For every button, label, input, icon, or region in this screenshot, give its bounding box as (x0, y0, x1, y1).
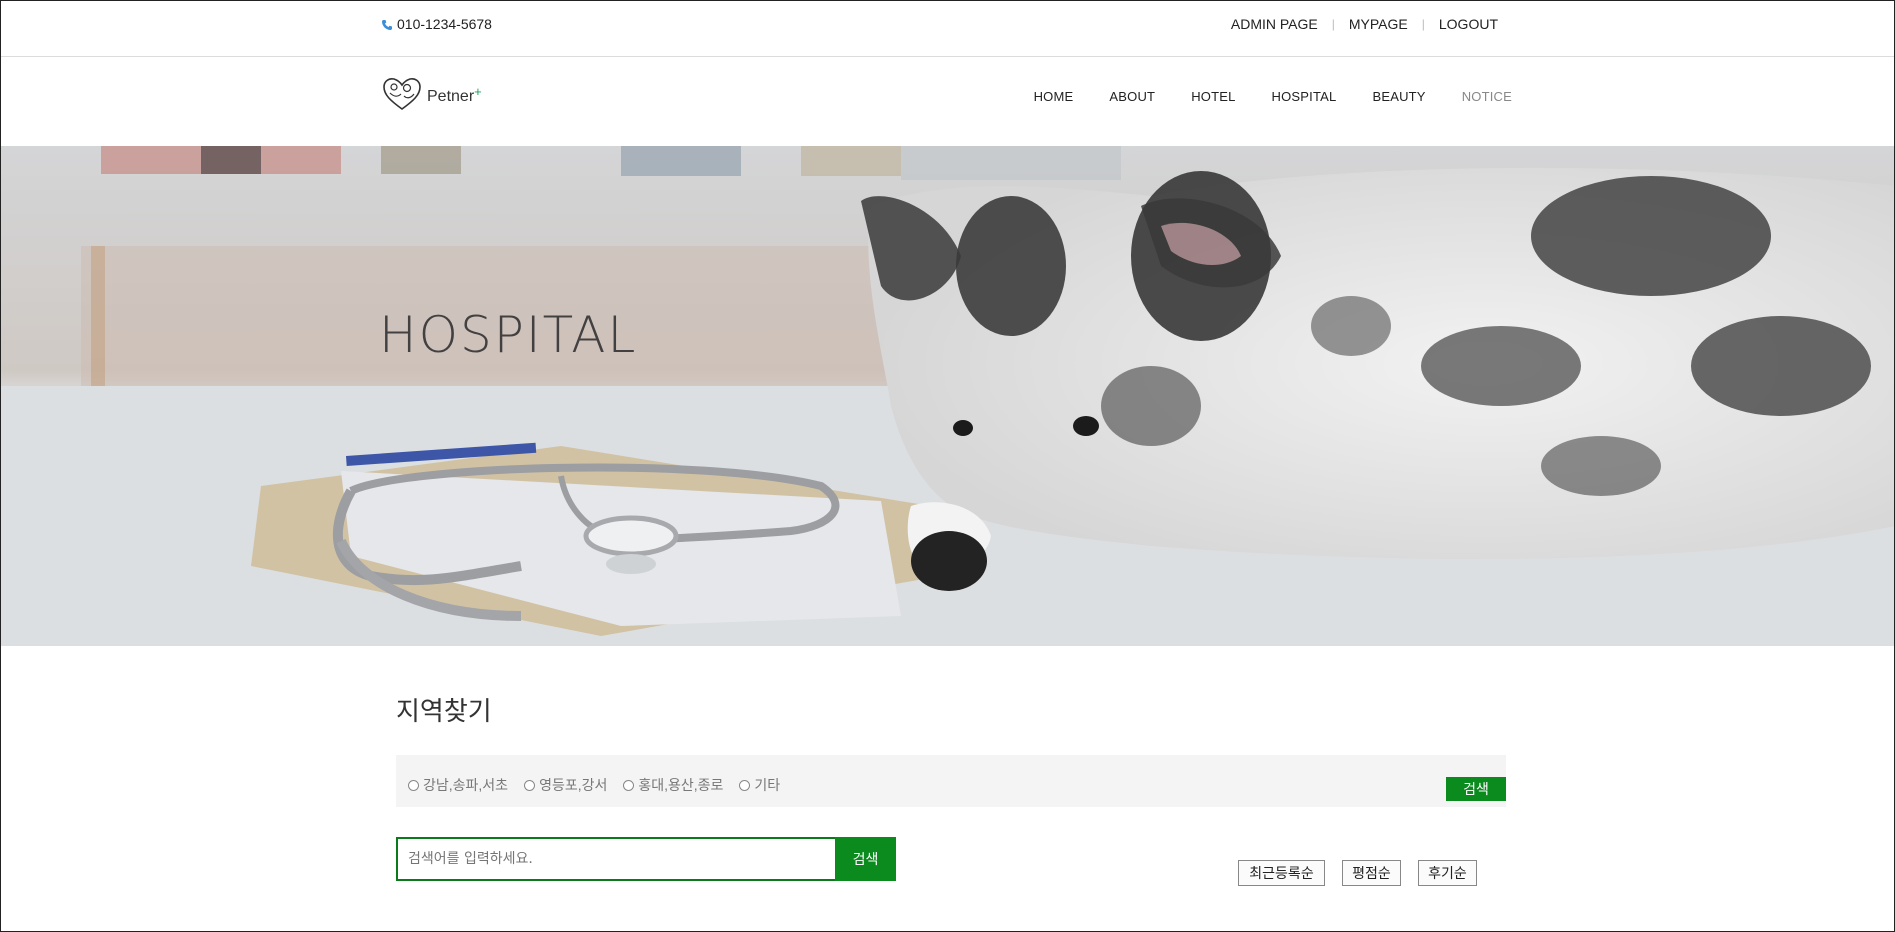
logout-link[interactable]: LOGOUT (1439, 16, 1498, 32)
region-option-label: 홍대,용산,종로 (638, 777, 724, 793)
region-option-label: 영등포,강서 (539, 777, 608, 793)
radio-button[interactable] (623, 779, 635, 791)
sort-reviews-button[interactable]: 후기순 (1418, 860, 1477, 886)
radio-button[interactable] (524, 779, 536, 791)
region-option-other[interactable]: 기타 (739, 775, 780, 795)
top-links: ADMIN PAGE | MYPAGE | LOGOUT (1231, 16, 1498, 32)
region-search-button[interactable]: 검색 (1446, 777, 1506, 801)
phone-number: 010-1234-5678 (397, 16, 492, 32)
nav-about[interactable]: ABOUT (1109, 89, 1155, 104)
sort-rating-button[interactable]: 평점순 (1342, 860, 1401, 886)
divider: | (1331, 17, 1335, 31)
region-option-gangnam[interactable]: 강남,송파,서초 (408, 775, 508, 795)
keyword-search: 검색 (396, 837, 896, 881)
logo-icon (381, 75, 423, 118)
hero-banner: HOSPITAL (1, 146, 1894, 646)
nav-hospital[interactable]: HOSPITAL (1272, 89, 1337, 104)
region-option-label: 기타 (754, 777, 781, 793)
nav-hotel[interactable]: HOTEL (1191, 89, 1235, 104)
phone-icon (381, 18, 393, 30)
main-header: Petner+ HOME ABOUT HOTEL HOSPITAL BEAUTY… (1, 57, 1894, 146)
hero-image (1, 146, 1894, 646)
nav-home[interactable]: HOME (1034, 89, 1074, 104)
hero-title: HOSPITAL (379, 306, 638, 364)
region-filter-box: 강남,송파,서초 영등포,강서 홍대,용산,종로 기타 검색 (396, 755, 1506, 807)
logo[interactable]: Petner+ (381, 75, 482, 118)
region-option-hongdae[interactable]: 홍대,용산,종로 (623, 775, 723, 795)
mypage-link[interactable]: MYPAGE (1349, 16, 1408, 32)
sort-recent-button[interactable]: 최근등록순 (1238, 860, 1325, 886)
region-option-label: 강남,송파,서초 (423, 777, 509, 793)
region-option-yeongdeungpo[interactable]: 영등포,강서 (524, 775, 607, 795)
search-button[interactable]: 검색 (835, 837, 896, 881)
phone-contact: 010-1234-5678 (381, 16, 492, 32)
admin-page-link[interactable]: ADMIN PAGE (1231, 16, 1318, 32)
top-bar: 010-1234-5678 ADMIN PAGE | MYPAGE | LOGO… (1, 1, 1894, 57)
nav-beauty[interactable]: BEAUTY (1372, 89, 1425, 104)
radio-button[interactable] (739, 779, 751, 791)
region-search-title: 지역찾기 (396, 697, 492, 727)
radio-button[interactable] (408, 779, 419, 791)
region-radio-group: 강남,송파,서초 영등포,강서 홍대,용산,종로 기타 (408, 775, 780, 795)
logo-plus: + (474, 83, 482, 99)
main-nav: HOME ABOUT HOTEL HOSPITAL BEAUTY NOTICE (1034, 89, 1512, 104)
search-input[interactable] (396, 837, 835, 881)
logo-text: Petner+ (427, 83, 482, 105)
nav-notice[interactable]: NOTICE (1462, 89, 1512, 104)
divider: | (1421, 17, 1425, 31)
